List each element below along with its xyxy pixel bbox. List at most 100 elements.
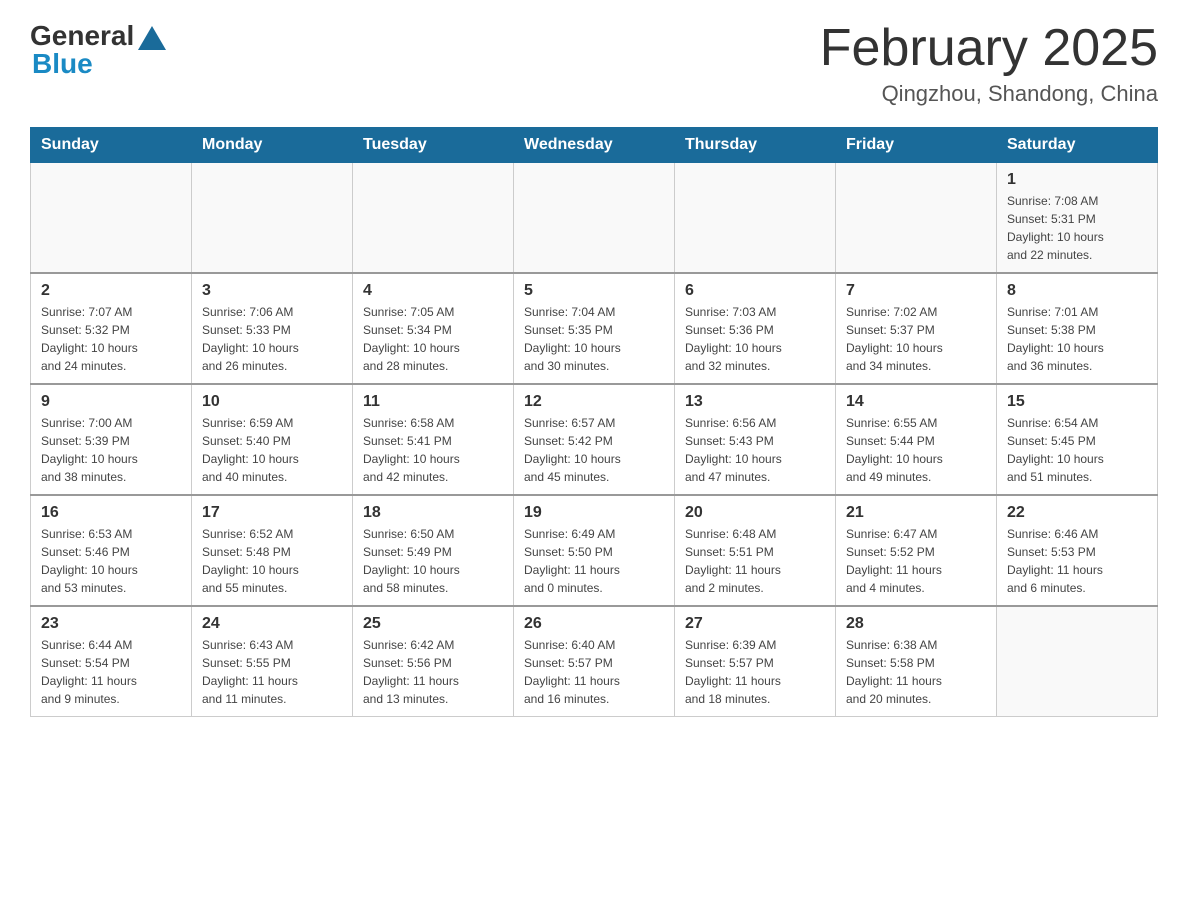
calendar-table: SundayMondayTuesdayWednesdayThursdayFrid… xyxy=(30,127,1158,717)
title-area: February 2025 Qingzhou, Shandong, China xyxy=(820,20,1158,107)
calendar-day-cell: 6 Sunrise: 7:03 AM Sunset: 5:36 PM Daylig… xyxy=(675,273,836,384)
day-info: Sunrise: 6:57 AM Sunset: 5:42 PM Dayligh… xyxy=(524,414,664,486)
calendar-week-row: 23 Sunrise: 6:44 AM Sunset: 5:54 PM Dayli… xyxy=(31,606,1158,717)
calendar-day-cell: 24 Sunrise: 6:43 AM Sunset: 5:55 PM Dayli… xyxy=(192,606,353,717)
day-info: Sunrise: 6:48 AM Sunset: 5:51 PM Dayligh… xyxy=(685,525,825,597)
weekday-header: Monday xyxy=(192,128,353,163)
day-info: Sunrise: 7:05 AM Sunset: 5:34 PM Dayligh… xyxy=(363,303,503,375)
calendar-day-cell: 2 Sunrise: 7:07 AM Sunset: 5:32 PM Daylig… xyxy=(31,273,192,384)
day-number: 24 xyxy=(202,615,342,633)
calendar-day-cell: 4 Sunrise: 7:05 AM Sunset: 5:34 PM Daylig… xyxy=(353,273,514,384)
day-info: Sunrise: 6:39 AM Sunset: 5:57 PM Dayligh… xyxy=(685,636,825,708)
page-header: General Blue February 2025 Qingzhou, Sha… xyxy=(30,20,1158,107)
calendar-day-cell: 23 Sunrise: 6:44 AM Sunset: 5:54 PM Dayli… xyxy=(31,606,192,717)
calendar-day-cell: 26 Sunrise: 6:40 AM Sunset: 5:57 PM Dayli… xyxy=(514,606,675,717)
day-number: 14 xyxy=(846,393,986,411)
calendar-day-cell: 16 Sunrise: 6:53 AM Sunset: 5:46 PM Dayli… xyxy=(31,495,192,606)
calendar-day-cell: 1 Sunrise: 7:08 AM Sunset: 5:31 PM Daylig… xyxy=(997,163,1158,274)
day-number: 18 xyxy=(363,504,503,522)
day-info: Sunrise: 7:04 AM Sunset: 5:35 PM Dayligh… xyxy=(524,303,664,375)
day-number: 11 xyxy=(363,393,503,411)
day-info: Sunrise: 6:52 AM Sunset: 5:48 PM Dayligh… xyxy=(202,525,342,597)
calendar-day-cell: 19Sunrise: 6:49 AM Sunset: 5:50 PM Dayli… xyxy=(514,495,675,606)
day-number: 1 xyxy=(1007,171,1147,189)
calendar-day-cell: 21 Sunrise: 6:47 AM Sunset: 5:52 PM Dayli… xyxy=(836,495,997,606)
calendar-week-row: 2 Sunrise: 7:07 AM Sunset: 5:32 PM Daylig… xyxy=(31,273,1158,384)
day-number: 26 xyxy=(524,615,664,633)
day-number: 15 xyxy=(1007,393,1147,411)
calendar-day-cell xyxy=(31,163,192,274)
day-info: Sunrise: 6:47 AM Sunset: 5:52 PM Dayligh… xyxy=(846,525,986,597)
calendar-header: SundayMondayTuesdayWednesdayThursdayFrid… xyxy=(31,128,1158,163)
logo-triangle-icon xyxy=(138,26,166,50)
day-info: Sunrise: 7:08 AM Sunset: 5:31 PM Dayligh… xyxy=(1007,192,1147,264)
calendar-day-cell: 18 Sunrise: 6:50 AM Sunset: 5:49 PM Dayli… xyxy=(353,495,514,606)
day-info: Sunrise: 6:44 AM Sunset: 5:54 PM Dayligh… xyxy=(41,636,181,708)
calendar-title: February 2025 xyxy=(820,20,1158,77)
day-info: Sunrise: 6:43 AM Sunset: 5:55 PM Dayligh… xyxy=(202,636,342,708)
calendar-week-row: 1 Sunrise: 7:08 AM Sunset: 5:31 PM Daylig… xyxy=(31,163,1158,274)
day-number: 2 xyxy=(41,282,181,300)
day-info: Sunrise: 7:00 AM Sunset: 5:39 PM Dayligh… xyxy=(41,414,181,486)
day-info: Sunrise: 6:40 AM Sunset: 5:57 PM Dayligh… xyxy=(524,636,664,708)
day-number: 19 xyxy=(524,504,664,522)
weekday-header: Friday xyxy=(836,128,997,163)
day-number: 10 xyxy=(202,393,342,411)
calendar-day-cell xyxy=(192,163,353,274)
day-info: Sunrise: 6:59 AM Sunset: 5:40 PM Dayligh… xyxy=(202,414,342,486)
calendar-day-cell xyxy=(997,606,1158,717)
calendar-day-cell: 3 Sunrise: 7:06 AM Sunset: 5:33 PM Daylig… xyxy=(192,273,353,384)
day-info: Sunrise: 6:53 AM Sunset: 5:46 PM Dayligh… xyxy=(41,525,181,597)
day-info: Sunrise: 6:46 AM Sunset: 5:53 PM Dayligh… xyxy=(1007,525,1147,597)
calendar-day-cell: 12 Sunrise: 6:57 AM Sunset: 5:42 PM Dayli… xyxy=(514,384,675,495)
calendar-day-cell: 8Sunrise: 7:01 AM Sunset: 5:38 PM Daylig… xyxy=(997,273,1158,384)
calendar-day-cell: 13 Sunrise: 6:56 AM Sunset: 5:43 PM Dayli… xyxy=(675,384,836,495)
calendar-day-cell: 28 Sunrise: 6:38 AM Sunset: 5:58 PM Dayli… xyxy=(836,606,997,717)
calendar-day-cell xyxy=(514,163,675,274)
day-info: Sunrise: 7:02 AM Sunset: 5:37 PM Dayligh… xyxy=(846,303,986,375)
day-info: Sunrise: 7:03 AM Sunset: 5:36 PM Dayligh… xyxy=(685,303,825,375)
calendar-day-cell: 14 Sunrise: 6:55 AM Sunset: 5:44 PM Dayli… xyxy=(836,384,997,495)
calendar-week-row: 9 Sunrise: 7:00 AM Sunset: 5:39 PM Daylig… xyxy=(31,384,1158,495)
day-number: 22 xyxy=(1007,504,1147,522)
calendar-day-cell: 20Sunrise: 6:48 AM Sunset: 5:51 PM Dayli… xyxy=(675,495,836,606)
day-number: 4 xyxy=(363,282,503,300)
weekday-header: Thursday xyxy=(675,128,836,163)
calendar-day-cell xyxy=(675,163,836,274)
day-number: 17 xyxy=(202,504,342,522)
day-number: 7 xyxy=(846,282,986,300)
day-number: 9 xyxy=(41,393,181,411)
calendar-day-cell xyxy=(353,163,514,274)
day-number: 23 xyxy=(41,615,181,633)
day-info: Sunrise: 7:06 AM Sunset: 5:33 PM Dayligh… xyxy=(202,303,342,375)
day-number: 21 xyxy=(846,504,986,522)
calendar-week-row: 16 Sunrise: 6:53 AM Sunset: 5:46 PM Dayli… xyxy=(31,495,1158,606)
calendar-day-cell: 25 Sunrise: 6:42 AM Sunset: 5:56 PM Dayli… xyxy=(353,606,514,717)
day-number: 5 xyxy=(524,282,664,300)
weekday-header: Saturday xyxy=(997,128,1158,163)
day-number: 12 xyxy=(524,393,664,411)
day-number: 25 xyxy=(363,615,503,633)
calendar-day-cell: 10 Sunrise: 6:59 AM Sunset: 5:40 PM Dayli… xyxy=(192,384,353,495)
weekday-header: Tuesday xyxy=(353,128,514,163)
day-info: Sunrise: 6:55 AM Sunset: 5:44 PM Dayligh… xyxy=(846,414,986,486)
calendar-day-cell: 22 Sunrise: 6:46 AM Sunset: 5:53 PM Dayli… xyxy=(997,495,1158,606)
day-info: Sunrise: 7:07 AM Sunset: 5:32 PM Dayligh… xyxy=(41,303,181,375)
calendar-day-cell: 9 Sunrise: 7:00 AM Sunset: 5:39 PM Daylig… xyxy=(31,384,192,495)
day-info: Sunrise: 6:38 AM Sunset: 5:58 PM Dayligh… xyxy=(846,636,986,708)
day-info: Sunrise: 6:42 AM Sunset: 5:56 PM Dayligh… xyxy=(363,636,503,708)
calendar-body: 1 Sunrise: 7:08 AM Sunset: 5:31 PM Daylig… xyxy=(31,163,1158,717)
weekday-header: Sunday xyxy=(31,128,192,163)
day-number: 6 xyxy=(685,282,825,300)
day-info: Sunrise: 6:56 AM Sunset: 5:43 PM Dayligh… xyxy=(685,414,825,486)
day-info: Sunrise: 6:54 AM Sunset: 5:45 PM Dayligh… xyxy=(1007,414,1147,486)
day-number: 16 xyxy=(41,504,181,522)
day-number: 28 xyxy=(846,615,986,633)
day-number: 27 xyxy=(685,615,825,633)
day-number: 13 xyxy=(685,393,825,411)
calendar-day-cell: 27 Sunrise: 6:39 AM Sunset: 5:57 PM Dayli… xyxy=(675,606,836,717)
day-info: Sunrise: 6:58 AM Sunset: 5:41 PM Dayligh… xyxy=(363,414,503,486)
day-info: Sunrise: 7:01 AM Sunset: 5:38 PM Dayligh… xyxy=(1007,303,1147,375)
day-info: Sunrise: 6:50 AM Sunset: 5:49 PM Dayligh… xyxy=(363,525,503,597)
day-number: 3 xyxy=(202,282,342,300)
